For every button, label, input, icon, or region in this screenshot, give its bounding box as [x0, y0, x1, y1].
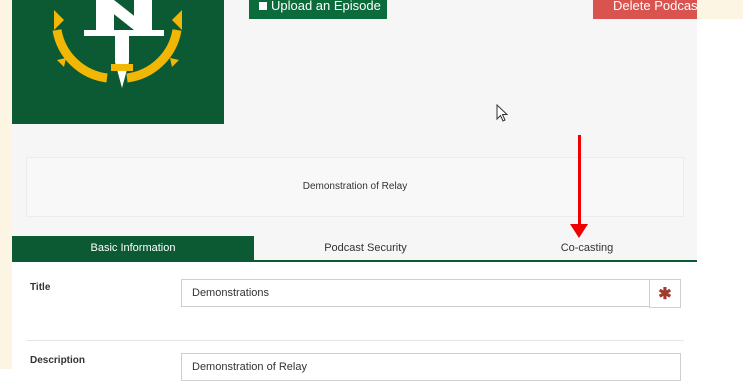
podcast-description-preview: Demonstration of Relay — [26, 157, 684, 217]
mouse-cursor-icon — [496, 103, 509, 127]
tab-co-casting[interactable]: Co-casting — [477, 236, 697, 260]
title-input[interactable]: Demonstrations — [181, 279, 650, 307]
tab-podcast-security[interactable]: Podcast Security — [254, 236, 477, 260]
delete-podcast-button[interactable]: Delete Podcast — [593, 0, 697, 19]
left-strip — [0, 0, 12, 369]
upload-episode-label: Upload an Episode — [271, 0, 381, 13]
podcast-logo — [12, 0, 224, 124]
required-asterisk-icon: ✱ — [649, 279, 681, 308]
description-input[interactable]: Demonstration of Relay — [181, 353, 681, 381]
form-divider — [26, 340, 684, 341]
delete-podcast-label: Delete Podcast — [613, 0, 697, 13]
upload-icon — [259, 2, 267, 10]
title-label: Title — [30, 282, 51, 293]
upload-episode-button[interactable]: Upload an Episode — [249, 0, 387, 19]
description-preview-text: Demonstration of Relay — [302, 181, 408, 192]
description-label: Description — [30, 355, 86, 366]
tab-basic-information[interactable]: Basic Information — [12, 236, 254, 260]
tab-bar: Basic Information Podcast Security Co-ca… — [12, 236, 697, 262]
annotation-arrow-shaft — [578, 135, 581, 225]
